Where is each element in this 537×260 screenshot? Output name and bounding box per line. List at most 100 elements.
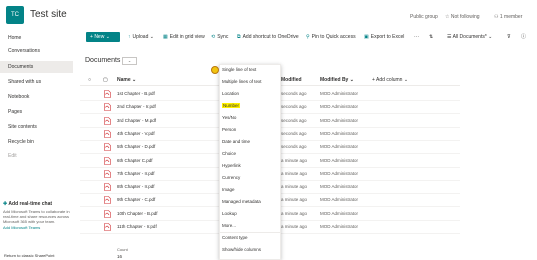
teams-promo: ✚ Add real-time chat Add Microsoft Teams… — [3, 201, 73, 230]
file-name-link[interactable]: 7th Chapter - Ir.pdf — [117, 171, 155, 176]
new-button[interactable]: + New ⌄ — [86, 32, 120, 42]
menu-item-currency[interactable]: Currency — [222, 175, 240, 180]
promo-title: ✚ Add real-time chat — [3, 201, 53, 207]
promo-link[interactable]: Add Microsoft Teams — [3, 225, 73, 230]
nav-item-pages[interactable]: Pages — [0, 106, 73, 118]
pdf-file-icon — [104, 183, 111, 191]
follow-button[interactable]: ☆ Not following — [445, 14, 480, 20]
menu-item-lookup[interactable]: Lookup — [222, 211, 237, 216]
pdf-file-icon — [104, 196, 111, 205]
file-type-icon[interactable]: ▢ — [103, 77, 108, 83]
modified-by-cell: MOD Administrator — [320, 197, 359, 203]
menu-item-multiple-lines-of-text[interactable]: Multiple lines of text — [222, 79, 262, 84]
pdf-file-icon — [104, 130, 111, 138]
menu-item-more[interactable]: More... — [222, 223, 236, 228]
pdf-file-icon — [104, 116, 111, 125]
modified-by-cell: MOD Administrator — [320, 184, 359, 190]
file-name-link[interactable]: 9th Chapter - C.pdf — [117, 197, 155, 202]
group-label: Public group — [410, 14, 438, 20]
file-name-link[interactable]: 2nd Chapter - Ir.pdf — [117, 104, 156, 109]
select-all-checkbox[interactable]: ○ — [88, 77, 91, 83]
modified-cell: a minute ago — [281, 224, 308, 229]
modified-cell: a minute ago — [281, 197, 308, 203]
modified-by-cell: MOD Administrator — [320, 224, 359, 229]
pin-button[interactable]: ⚲ Pin to Quick access — [306, 33, 356, 41]
nav-item-documents[interactable]: Documents — [0, 61, 73, 73]
export-button[interactable]: ▣ Export to Excel — [364, 33, 404, 41]
modified-by-cell: MOD Administrator — [320, 117, 359, 123]
sync-button[interactable]: ⟲ Sync — [211, 33, 228, 41]
menu-item-date-and-time[interactable]: Date and time — [222, 139, 250, 144]
view-selector[interactable]: ☰ All Documents* ⌄ — [447, 33, 492, 41]
pdf-file-icon — [104, 103, 111, 112]
file-name-link[interactable]: 3rd Chapter - M.pdf — [117, 118, 156, 123]
file-name-link[interactable]: 10th Chapter - B.pdf — [117, 211, 158, 216]
filter-icon[interactable]: ⊽ — [507, 33, 511, 41]
file-name-link[interactable]: 8th Chapter - Ir.pdf — [117, 184, 155, 189]
modified-cell: seconds ago — [281, 144, 307, 150]
nav-item-home[interactable]: Home — [0, 32, 73, 44]
file-name-link[interactable]: 4th Chapter - V.pdf — [117, 131, 155, 136]
modified-cell: a minute ago — [281, 210, 308, 216]
nav-item-shared-with-us[interactable]: Shared with us — [0, 76, 73, 88]
sort-icon[interactable]: ⇅ — [429, 33, 433, 41]
menu-item-choice[interactable]: Choice — [222, 151, 236, 156]
modified-cell: a minute ago — [281, 184, 308, 190]
menu-item-number[interactable]: Number — [222, 103, 241, 108]
menu-item-show-hide-columns[interactable]: Show/hide columns — [222, 247, 261, 252]
info-icon[interactable]: ⓘ — [521, 33, 526, 41]
pdf-file-icon — [104, 223, 111, 231]
site-title[interactable]: Test site — [30, 9, 67, 20]
nav-item-edit[interactable]: Edit — [0, 150, 73, 162]
menu-item-content-type[interactable]: Content type — [222, 235, 248, 240]
column-header-modified-by[interactable]: Modified By ⌄ — [320, 77, 354, 83]
file-name-link[interactable]: 1st Chapter - B.pdf — [117, 91, 155, 96]
file-name-link[interactable]: 5th Chapter - D.pdf — [117, 144, 155, 149]
shortcut-icon: ⧉ — [237, 34, 241, 40]
modified-by-cell: MOD Administrator — [320, 91, 359, 96]
site-logo[interactable]: TC — [6, 6, 24, 24]
mouse-cursor-icon — [211, 66, 219, 74]
modified-cell: a minute ago — [281, 157, 308, 163]
column-header-modified[interactable]: Modified — [281, 77, 302, 83]
modified-by-cell: MOD Administrator — [320, 130, 359, 136]
menu-item-location[interactable]: Location — [222, 91, 239, 96]
nav-item-site-contents[interactable]: Site contents — [0, 121, 73, 133]
menu-item-single-line-of-text[interactable]: Single line of text — [222, 67, 256, 72]
chevron-down-icon: ⌄ — [105, 34, 110, 40]
edit-grid-button[interactable]: ▦ Edit in grid view — [163, 33, 205, 41]
add-column-button[interactable]: + Add column ⌄ — [372, 77, 408, 83]
pdf-file-icon — [104, 209, 111, 218]
follow-label: Not following — [450, 14, 480, 20]
add-shortcut-button[interactable]: ⧉ Add shortcut to OneDrive — [237, 33, 299, 41]
grid-icon: ▦ — [163, 34, 168, 40]
upload-icon: ↑ — [128, 34, 131, 40]
modified-by-cell: MOD Administrator — [320, 157, 359, 163]
return-classic-link[interactable]: Return to classic SharePoint — [4, 253, 54, 258]
pdf-file-icon — [104, 143, 111, 151]
members-button[interactable]: ⚇ 1 member — [494, 14, 522, 20]
count-value: 16 — [117, 254, 123, 259]
promo-text: Add Microsoft Teams to collaborate in re… — [3, 209, 70, 224]
menu-item-person[interactable]: Person — [222, 127, 236, 132]
modified-cell: seconds ago — [281, 117, 307, 123]
star-icon: ☆ — [445, 14, 450, 20]
pdf-file-icon — [104, 156, 111, 165]
menu-item-hyperlink[interactable]: Hyperlink — [222, 163, 241, 168]
menu-separator — [219, 232, 281, 233]
count-label: Count — [117, 247, 128, 252]
nav-item-recycle-bin[interactable]: Recycle bin — [0, 136, 73, 148]
nav-item-conversations[interactable]: Conversations — [0, 45, 73, 57]
menu-item-image[interactable]: Image — [222, 187, 235, 192]
column-header-name[interactable]: Name ⌄ — [117, 77, 136, 83]
nav-item-notebook[interactable]: Notebook — [0, 91, 73, 103]
library-view-dropdown[interactable]: ⌄ — [122, 57, 137, 65]
members-label: 1 member — [499, 14, 523, 20]
more-commands-icon[interactable]: ··· — [414, 33, 419, 41]
file-name-link[interactable]: 11th Chapter - Ir.pdf — [117, 224, 157, 229]
upload-button[interactable]: ↑ Upload ⌄ — [128, 33, 154, 41]
menu-item-managed-metadata[interactable]: Managed metadata — [222, 199, 261, 204]
file-name-link[interactable]: 6th Chapter C.pdf — [117, 158, 153, 163]
menu-item-yes-no[interactable]: Yes/No — [222, 115, 236, 120]
modified-cell: a minute ago — [281, 170, 308, 176]
